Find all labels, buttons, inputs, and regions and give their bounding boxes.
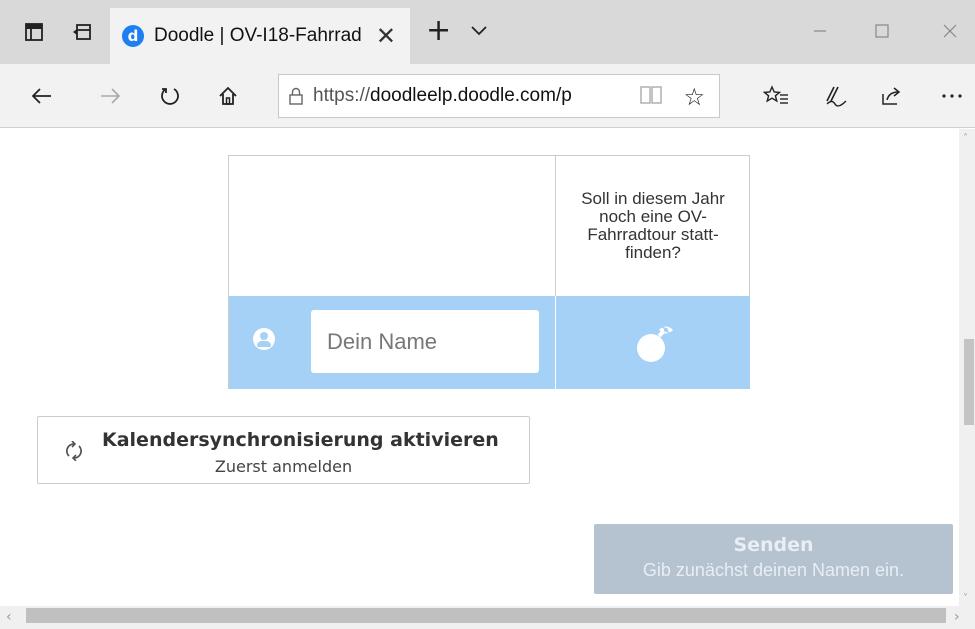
back-arrow-icon[interactable]	[24, 80, 60, 112]
participant-name-cell	[229, 296, 556, 389]
set-tabs-aside-icon[interactable]	[70, 20, 94, 44]
doodle-favicon-icon: d	[122, 25, 144, 47]
vertical-scrollbar[interactable]: ˄ ˅	[959, 129, 975, 606]
user-avatar-icon	[253, 328, 275, 350]
poll-question: Soll in diesem Jahr noch eine OV-Fahrrad…	[581, 189, 725, 262]
participant-row	[229, 296, 750, 389]
page-content: Soll in diesem Jahr noch eine OV-Fahrrad…	[0, 129, 959, 606]
reading-view-icon[interactable]	[639, 85, 663, 109]
scroll-down-icon[interactable]: ˅	[963, 593, 968, 604]
calendar-sync-title: Kalendersynchronisierung aktivieren	[102, 429, 499, 451]
send-hint: Gib zunächst deinen Namen ein.	[642, 560, 905, 580]
home-icon[interactable]	[210, 80, 246, 112]
forward-arrow-icon[interactable]	[92, 80, 128, 112]
navigation-bar: https://doodleelp.doodle.com/p ☆	[0, 64, 975, 128]
vertical-scroll-thumb[interactable]	[964, 339, 974, 425]
scroll-right-icon[interactable]: ›	[954, 609, 960, 625]
calendar-sync-subtitle: Zuerst anmelden	[214, 457, 353, 476]
new-tab-icon[interactable]: +	[426, 16, 451, 46]
address-bar[interactable]: https://doodleelp.doodle.com/p ☆	[278, 74, 720, 118]
scroll-left-icon[interactable]: ‹	[6, 609, 12, 625]
favorites-icon[interactable]	[758, 80, 794, 112]
share-icon[interactable]	[874, 80, 910, 112]
tab-bar: d Doodle | OV-I18-Fahrrad ✕ +	[0, 0, 975, 64]
favorite-star-icon[interactable]: ☆	[683, 83, 705, 111]
minimize-icon[interactable]	[800, 16, 840, 46]
browser-window: d Doodle | OV-I18-Fahrrad ✕ + https://do…	[0, 0, 975, 629]
name-input[interactable]	[311, 310, 539, 373]
poll-table: Soll in diesem Jahr noch eine OV-Fahrrad…	[228, 155, 750, 389]
refresh-icon[interactable]	[152, 80, 188, 112]
more-options-icon[interactable]	[934, 80, 970, 112]
tab-title: Doodle | OV-I18-Fahrrad	[154, 25, 362, 46]
tab-actions-icon[interactable]	[22, 20, 46, 44]
bomb-eye-slash-icon[interactable]	[633, 322, 677, 366]
send-label: Senden	[733, 534, 814, 556]
calendar-sync-button[interactable]: Kalendersynchronisierung aktivieren Zuer…	[37, 416, 530, 484]
horizontal-scrollbar[interactable]: ‹ ›	[0, 606, 975, 629]
maximize-icon[interactable]	[862, 16, 902, 46]
lock-icon[interactable]	[279, 87, 313, 105]
active-tab[interactable]: d Doodle | OV-I18-Fahrrad ✕	[110, 8, 410, 64]
close-tab-icon[interactable]: ✕	[376, 24, 396, 48]
close-window-icon[interactable]	[930, 16, 970, 46]
url-text[interactable]: https://doodleelp.doodle.com/p	[313, 85, 613, 107]
horizontal-scroll-thumb[interactable]	[26, 608, 946, 623]
scroll-up-icon[interactable]: ˄	[963, 133, 968, 144]
poll-header-empty-cell	[229, 156, 556, 296]
send-button[interactable]: Senden Gib zunächst deinen Namen ein.	[594, 524, 953, 594]
chevron-down-icon[interactable]	[470, 22, 488, 41]
web-note-pen-icon[interactable]	[818, 80, 854, 112]
